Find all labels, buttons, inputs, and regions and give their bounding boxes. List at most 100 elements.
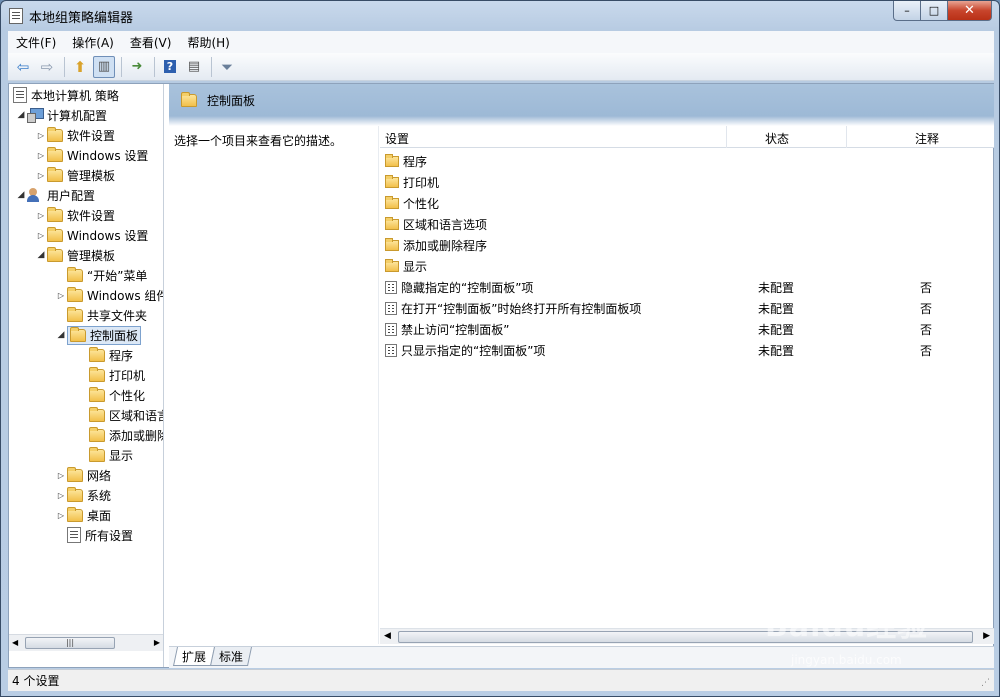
menu-view[interactable]: 查看(V) (122, 34, 180, 51)
setting-name: 只显示指定的“控制面板”项 (401, 344, 546, 358)
folder-icon (47, 206, 63, 222)
tree-item[interactable]: ▷ 系统 (55, 485, 111, 505)
collapsed-arrow-icon[interactable]: ▷ (55, 471, 67, 480)
help-icon[interactable]: ? (159, 56, 181, 78)
tree-computer-config[interactable]: ◢ 计算机配置 (15, 105, 107, 125)
tree-item[interactable]: 共享文件夹 (67, 305, 147, 325)
collapsed-arrow-icon[interactable]: ▷ (35, 131, 47, 140)
list-item[interactable]: 区域和语言选项 (380, 213, 994, 234)
export-list-icon[interactable]: ➜ (126, 56, 148, 78)
back-arrow-icon[interactable]: ⇦ (12, 56, 34, 78)
collapsed-arrow-icon[interactable]: ▷ (35, 211, 47, 220)
collapsed-arrow-icon[interactable]: ▷ (35, 151, 47, 160)
tree-item[interactable]: ▷ Windows 组件 (55, 285, 164, 305)
column-divider[interactable] (846, 126, 847, 148)
expanded-arrow-icon[interactable]: ◢ (35, 250, 47, 260)
setting-name: 隐藏指定的“控制面板”项 (401, 281, 534, 295)
tree-item[interactable]: 所有设置 (67, 525, 133, 545)
close-button[interactable]: ✕ (947, 1, 992, 21)
menu-help[interactable]: 帮助(H) (179, 34, 237, 51)
collapsed-arrow-icon[interactable]: ▷ (35, 231, 47, 240)
scroll-right-icon[interactable]: ▶ (983, 631, 990, 641)
tree-label: “开始”菜单 (87, 268, 148, 283)
folder-icon (47, 246, 63, 262)
collapsed-arrow-icon[interactable]: ▷ (55, 511, 67, 520)
folder-icon (47, 126, 63, 142)
tree-item[interactable]: 添加或删除 (89, 425, 163, 445)
column-state[interactable]: 状态 (765, 130, 789, 147)
scroll-left-icon[interactable]: ◀ (12, 638, 18, 647)
minimize-button[interactable]: – (893, 1, 921, 21)
tree-item[interactable]: 个性化 (89, 385, 145, 405)
folder-icon (89, 426, 105, 442)
tree-label: 管理模板 (67, 248, 116, 263)
tree-item[interactable]: “开始”菜单 (67, 265, 147, 285)
settings-list: 设置 状态 注释 程序 打印机 个性化 区域和语言选项 添加或删除程序 显示 隐… (380, 126, 994, 644)
column-comment[interactable]: 注释 (915, 130, 939, 147)
show-tree-icon[interactable]: ▥ (93, 55, 115, 78)
tree-label: Windows 组件 (87, 288, 164, 303)
collapsed-arrow-icon[interactable]: ▷ (35, 171, 47, 180)
tree-item[interactable]: 显示 (89, 445, 133, 465)
tree-root[interactable]: 本地计算机 策略 (13, 85, 119, 105)
app-window: 本地组策略编辑器 – □ ✕ 文件(F) 操作(A) 查看(V) 帮助(H) ⇦… (0, 0, 1000, 697)
setting-row[interactable]: 在打开“控制面板”时始终打开所有控制面板项 未配置 否 (380, 297, 994, 318)
tree-item[interactable]: 打印机 (89, 365, 145, 385)
setting-row[interactable]: 只显示指定的“控制面板”项 未配置 否 (380, 339, 994, 360)
list-item[interactable]: 添加或删除程序 (380, 234, 994, 255)
selected-node[interactable]: 控制面板 (67, 325, 142, 345)
folder-icon (67, 506, 83, 522)
setting-row[interactable]: 禁止访问“控制面板” 未配置 否 (380, 318, 994, 339)
tree-item[interactable]: ▷ 软件设置 (35, 125, 115, 145)
scroll-left-icon[interactable]: ◀ (384, 631, 391, 641)
setting-state: 未配置 (758, 344, 795, 358)
collapsed-arrow-icon[interactable]: ▷ (55, 491, 67, 500)
menu-action[interactable]: 操作(A) (64, 34, 122, 51)
tree-item[interactable]: ▷ 网络 (55, 465, 111, 485)
tab-standard[interactable]: 标准 (209, 647, 253, 666)
details-pane: 控制面板 选择一个项目来查看它的描述。 设置 状态 注释 程序 打印机 个性化 … (169, 84, 994, 644)
tree-label: 程序 (109, 348, 134, 363)
setting-comment: 否 (920, 281, 933, 295)
collapsed-arrow-icon[interactable]: ▷ (55, 291, 67, 300)
column-divider[interactable] (726, 126, 727, 148)
scroll-thumb[interactable]: ||| (25, 637, 115, 649)
view-icon[interactable]: ▤ (183, 56, 205, 78)
maximize-button[interactable]: □ (920, 1, 948, 21)
expanded-arrow-icon[interactable]: ◢ (15, 110, 27, 120)
scroll-right-icon[interactable]: ▶ (154, 638, 160, 647)
setting-comment: 否 (920, 323, 933, 337)
tree-horizontal-scrollbar[interactable]: ◀ ||| ▶ (9, 634, 163, 651)
expanded-arrow-icon[interactable]: ◢ (55, 330, 67, 340)
forward-arrow-icon[interactable]: ⇨ (36, 56, 58, 78)
title-bar[interactable]: 本地组策略编辑器 – □ ✕ (1, 1, 999, 29)
list-item[interactable]: 打印机 (380, 171, 994, 192)
item-name: 打印机 (403, 176, 440, 190)
tree-user-config[interactable]: ◢ 用户配置 (15, 185, 95, 205)
filter-icon[interactable]: ⏷ (216, 56, 238, 78)
folder-icon (67, 306, 83, 322)
tree-item[interactable]: ▷ 软件设置 (35, 205, 115, 225)
list-item[interactable]: 个性化 (380, 192, 994, 213)
setting-row[interactable]: 隐藏指定的“控制面板”项 未配置 否 (380, 276, 994, 297)
folder-icon (67, 466, 83, 482)
column-setting[interactable]: 设置 (385, 130, 409, 147)
folder-icon (385, 259, 399, 272)
tree-item[interactable]: ▷ 管理模板 (35, 165, 115, 185)
tree-item[interactable]: ▷ Windows 设置 (35, 225, 148, 245)
tab-extended[interactable]: 扩展 (172, 647, 216, 666)
description-panel: 选择一个项目来查看它的描述。 (169, 126, 379, 644)
tree-item[interactable]: ▷ Windows 设置 (35, 145, 148, 165)
list-item[interactable]: 显示 (380, 255, 994, 276)
tree-item[interactable]: ▷ 桌面 (55, 505, 111, 525)
menu-file[interactable]: 文件(F) (8, 34, 64, 51)
tree-item[interactable]: ◢ 管理模板 (35, 245, 115, 265)
tree-item[interactable]: 程序 (89, 345, 133, 365)
up-folder-icon[interactable]: ⬆ (69, 56, 91, 78)
resize-grip-icon[interactable]: ⋰ (981, 678, 990, 688)
tree-label: 个性化 (109, 388, 146, 403)
list-item[interactable]: 程序 (380, 150, 994, 171)
tree-item[interactable]: 区域和语言 (89, 405, 163, 425)
tree-item-selected[interactable]: ◢ 控制面板 (55, 325, 142, 345)
expanded-arrow-icon[interactable]: ◢ (15, 190, 27, 200)
